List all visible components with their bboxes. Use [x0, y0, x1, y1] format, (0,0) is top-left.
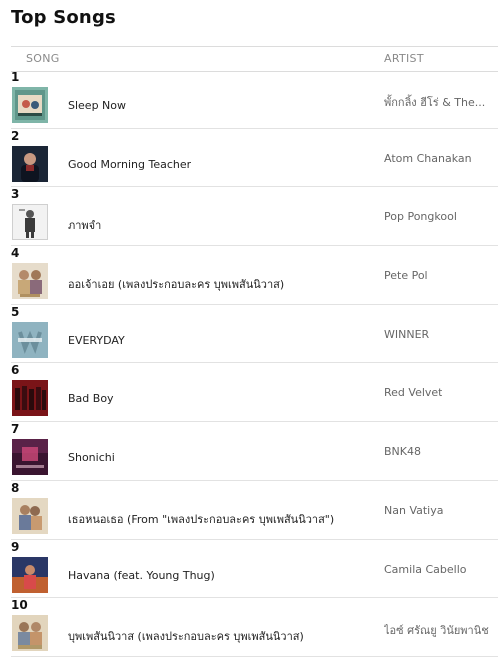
artist-name[interactable]: Pete Pol	[384, 269, 428, 282]
album-art[interactable]	[12, 321, 48, 358]
artist-name[interactable]: พั้กกลิ้ง ฮีโร่ & The...	[384, 93, 485, 111]
song-row[interactable]: 3 ภาพจำ Pop Pongkool	[11, 187, 498, 247]
song-row[interactable]: 4 ออเจ้าเอย (เพลงประกอบละคร บุพเพสันนิวา…	[11, 246, 498, 305]
song-row[interactable]: 2 Good Morning Teacher Atom Chanakan	[11, 129, 498, 188]
song-list: 1 Sleep Now พั้กกลิ้ง ฮีโร่ & The... 2 G…	[11, 70, 498, 657]
artist-name[interactable]: BNK48	[384, 445, 421, 458]
song-row[interactable]: 9 Havana (feat. Young Thug) Camila Cabel…	[11, 540, 498, 599]
album-art[interactable]	[12, 556, 48, 593]
album-art[interactable]	[12, 497, 48, 534]
album-art[interactable]	[12, 439, 48, 476]
song-title[interactable]: เธอหนอเธอ (From "เพลงประกอบละคร บุพเพสัน…	[68, 510, 334, 528]
artist-column-header: ARTIST	[384, 52, 424, 65]
artist-name[interactable]: ไอซ์ ศรัณยู วินัยพานิช	[384, 621, 489, 639]
song-title[interactable]: Sleep Now	[68, 99, 126, 112]
rank-number: 2	[11, 128, 20, 143]
album-art[interactable]	[12, 87, 48, 123]
album-art[interactable]	[12, 204, 48, 241]
album-art[interactable]	[12, 145, 48, 182]
album-art[interactable]	[12, 263, 48, 300]
artist-name[interactable]: Atom Chanakan	[384, 152, 472, 165]
rank-number: 1	[11, 70, 20, 84]
song-title[interactable]: Good Morning Teacher	[68, 158, 191, 171]
artist-name[interactable]: Camila Cabello	[384, 563, 467, 576]
rank-number: 10	[11, 598, 28, 613]
song-column-header: SONG	[26, 52, 60, 65]
rank-number: 8	[11, 480, 20, 495]
song-title[interactable]: ภาพจำ	[68, 216, 101, 234]
artist-name[interactable]: Red Velvet	[384, 386, 442, 399]
rank-number: 7	[11, 422, 20, 437]
artist-name[interactable]: Pop Pongkool	[384, 210, 457, 223]
song-title[interactable]: ออเจ้าเอย (เพลงประกอบละคร บุพเพสันนิวาส)	[68, 275, 284, 293]
artist-name[interactable]: WINNER	[384, 328, 429, 341]
rank-number: 6	[11, 363, 20, 378]
song-row[interactable]: 1 Sleep Now พั้กกลิ้ง ฮีโร่ & The...	[11, 70, 498, 129]
rank-number: 4	[11, 246, 20, 261]
song-row[interactable]: 6 Bad Boy Red Velvet	[11, 363, 498, 423]
song-title[interactable]: Shonichi	[68, 451, 115, 464]
table-header: SONG ARTIST	[11, 46, 498, 72]
song-row[interactable]: 8 เธอหนอเธอ (From "เพลงประกอบละคร บุพเพส…	[11, 481, 498, 540]
song-row[interactable]: 5 EVERYDAY WINNER	[11, 305, 498, 364]
rank-number: 3	[11, 187, 20, 202]
song-title[interactable]: Bad Boy	[68, 392, 114, 405]
artist-name[interactable]: Nan Vatiya	[384, 504, 443, 517]
song-title[interactable]: บุพเพสันนิวาส (เพลงประกอบละคร บุพเพสันนิ…	[68, 627, 304, 645]
song-title[interactable]: EVERYDAY	[68, 334, 125, 347]
album-art[interactable]	[12, 615, 48, 652]
song-row[interactable]: 10 บุพเพสันนิวาส (เพลงประกอบละคร บุพเพสั…	[11, 598, 498, 657]
song-row[interactable]: 7 Shonichi BNK48	[11, 422, 498, 481]
song-title[interactable]: Havana (feat. Young Thug)	[68, 569, 215, 582]
album-art[interactable]	[12, 380, 48, 417]
rank-number: 9	[11, 539, 20, 554]
rank-number: 5	[11, 304, 20, 319]
page-title: Top Songs	[11, 7, 116, 28]
